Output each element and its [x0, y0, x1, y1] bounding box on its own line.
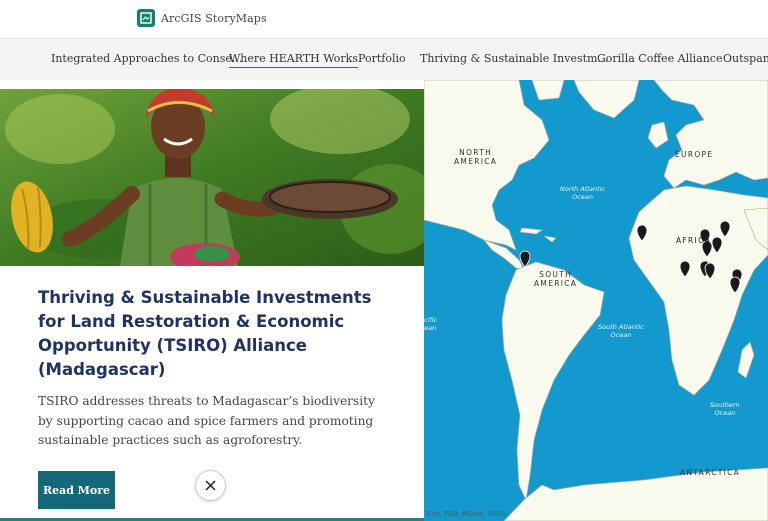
label-north-america: NORTH AMERICA — [454, 148, 498, 166]
top-header: ArcGIS StoryMaps — [0, 0, 768, 38]
nav-item-integrated-approaches[interactable]: Integrated Approaches to Conse... — [51, 52, 242, 65]
nav-item-thriving-sustainable[interactable]: Thriving & Sustainable Investm... — [420, 52, 608, 65]
label-antarctica: ANTARCTICA — [680, 468, 741, 477]
label-africa: AFRICA — [676, 236, 712, 245]
label-south-america: SOUTH AMERICA — [534, 270, 578, 288]
nav-item-outspan[interactable]: Outspan — [723, 52, 768, 65]
story-title: Thriving & Sustainable Investments for L… — [38, 288, 372, 379]
close-button[interactable] — [195, 470, 226, 501]
nav-item-gorilla-coffee[interactable]: Gorilla Coffee Alliance — [597, 52, 722, 65]
story-description: TSIRO addresses threats to Madagascar’s … — [38, 394, 375, 447]
brand-logo[interactable]: ArcGIS StoryMaps — [137, 9, 267, 27]
story-navigation: Integrated Approaches to Conse... Where … — [0, 38, 768, 80]
map-attribution[interactable]: Esri, FAO, NOAA, USGS — [427, 510, 507, 518]
farmer-photo — [0, 89, 424, 266]
label-europe: EUROPE — [675, 150, 714, 159]
label-southern-ocean: Southern Ocean — [710, 401, 740, 417]
label-south-atlantic: South Atlantic Ocean — [598, 323, 644, 339]
world-map[interactable]: NORTH AMERICA EUROPE AFRICA SOUTH AMERICA … — [424, 80, 768, 521]
brand-name: ArcGIS StoryMaps — [161, 11, 267, 25]
label-pacific-ocean: cific ean — [424, 316, 438, 332]
label-north-atlantic: North Atlantic Ocean — [560, 185, 606, 201]
storymaps-logo-icon — [137, 9, 155, 27]
nav-item-portfolio[interactable]: Portfolio — [358, 52, 406, 65]
nav-item-where-hearth-works[interactable]: Where HEARTH Works — [229, 52, 358, 68]
read-more-button[interactable]: Read More — [38, 471, 115, 509]
map-canvas — [424, 80, 768, 521]
close-icon — [205, 480, 216, 491]
